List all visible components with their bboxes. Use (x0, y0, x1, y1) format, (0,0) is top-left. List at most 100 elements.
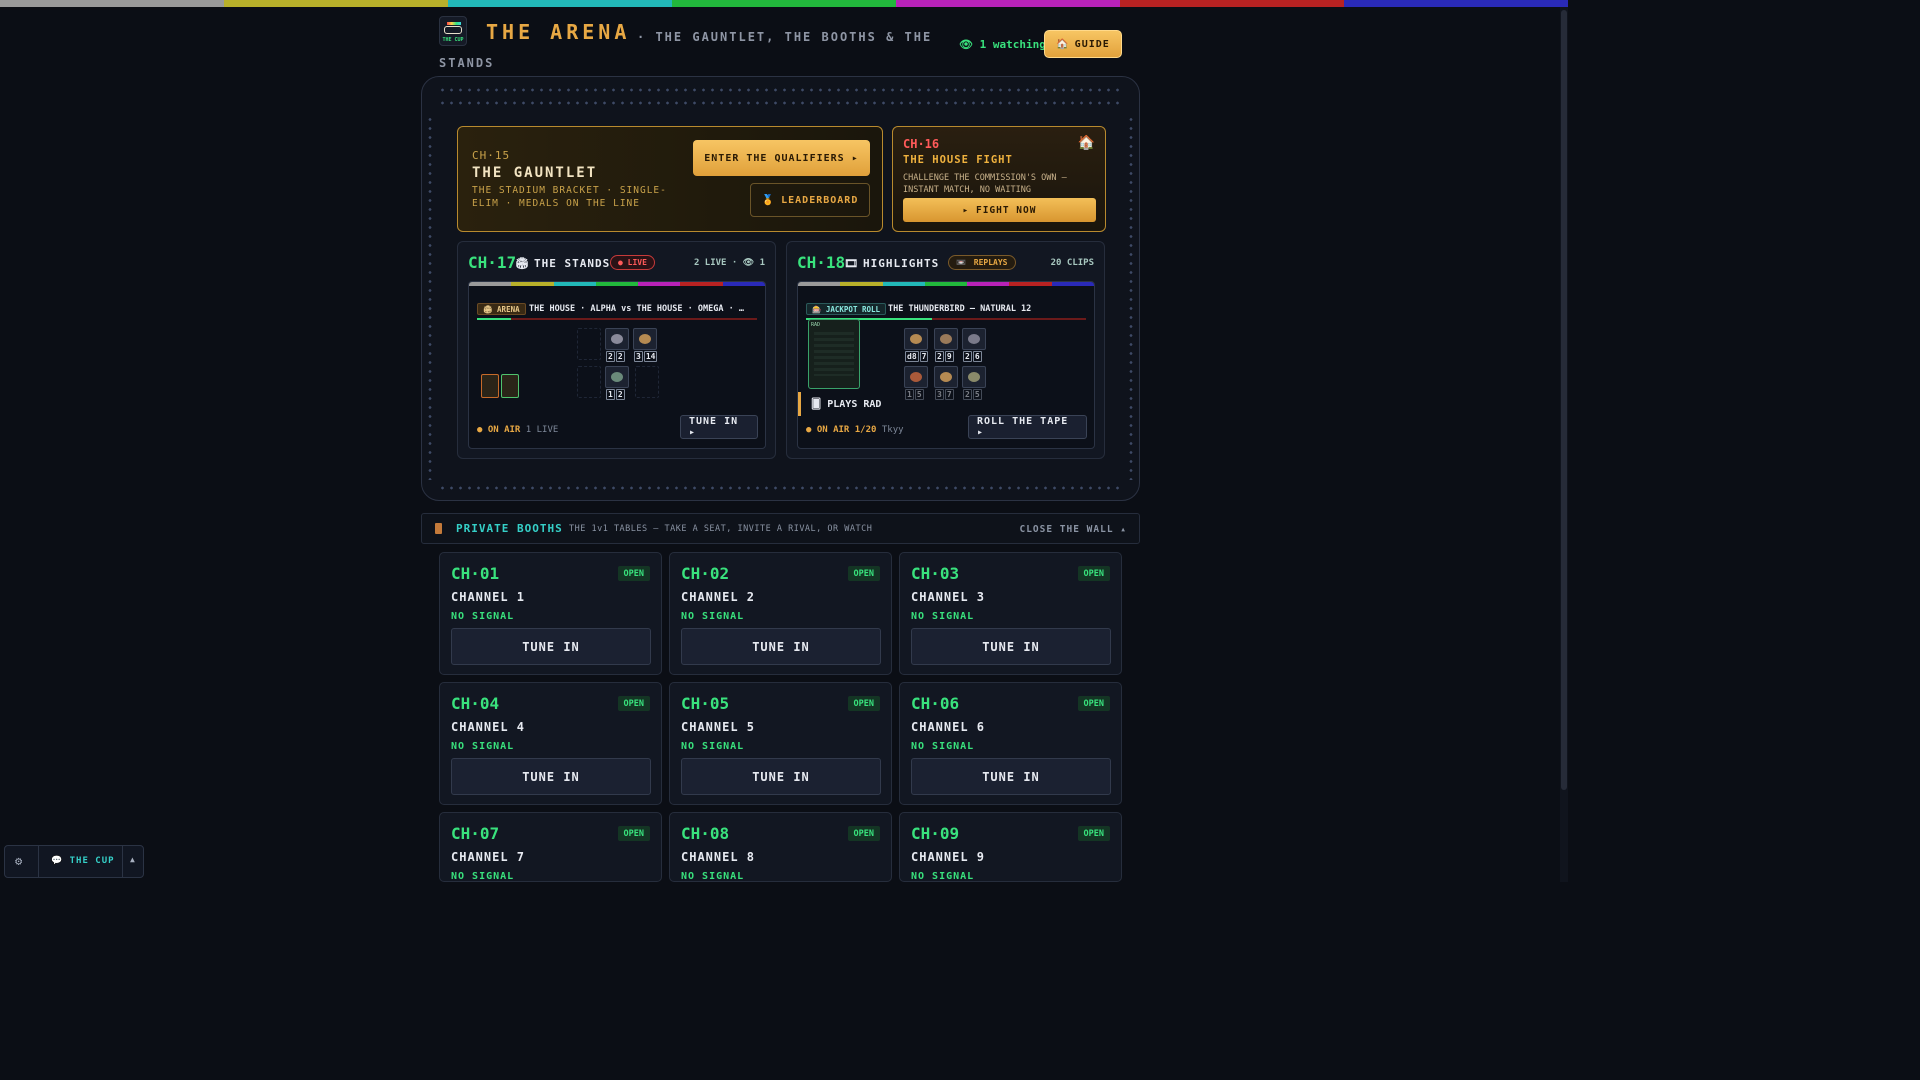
marquee-lights-left (428, 115, 432, 480)
unit-card[interactable] (962, 328, 986, 350)
watching-count: 👁 1 watching (959, 38, 1046, 51)
highlights-channel: CH·18 (797, 253, 846, 272)
highlights-screen[interactable]: 🎰 JACKPOT ROLL THE THUNDERBIRD — NATURAL… (797, 281, 1095, 449)
arena-frame: CH·15 THE GAUNTLET THE STADIUM BRACKET ·… (421, 76, 1140, 501)
roll-the-tape-button[interactable]: ROLL THE TAPE ▸ (968, 415, 1087, 439)
unit-stats: 37 (935, 389, 954, 400)
unit-card[interactable] (633, 328, 657, 350)
plays-caption: 🂠 PLAYS RAD (798, 392, 881, 416)
status-badge: OPEN (847, 566, 880, 581)
stands-title: THE STANDS (534, 257, 611, 270)
hand-card[interactable] (481, 374, 499, 398)
medal-icon: 🏅 (761, 194, 776, 206)
channel-card: CH·02 OPEN CHANNEL 2 NO SIGNAL TUNE IN (669, 552, 892, 675)
top-color-stripe (0, 0, 1568, 7)
channel-card: CH·05 OPEN CHANNEL 5 NO SIGNAL TUNE IN (669, 682, 892, 805)
chat-dock: ⚙ 💬 THE CUP ▲ (4, 845, 144, 878)
house-fight-channel: CH·16 (903, 137, 940, 151)
signal-status: NO SIGNAL (451, 741, 515, 752)
unit-card[interactable] (605, 328, 629, 350)
tune-in-button[interactable]: TUNE IN (681, 628, 881, 665)
private-booths-header: PRIVATE BOOTHS THE 1v1 TABLES — TAKE A S… (421, 513, 1140, 544)
house-fight-description: CHALLENGE THE COMMISSION'S OWN — INSTANT… (903, 173, 1067, 195)
house-icon: 🏠 (1056, 38, 1070, 50)
enter-qualifiers-button[interactable]: ENTER THE QUALIFIERS ▸ (693, 140, 870, 176)
stands-screen[interactable]: 🏟 ARENA THE HOUSE · ALPHA vs THE HOUSE ·… (468, 281, 766, 449)
page-header: THE CUP · THE GAUNTLET, THE BOOTHS & THE… (439, 16, 1139, 72)
page-title: THE ARENA (486, 20, 631, 44)
unit-card[interactable] (605, 366, 629, 388)
channel-name: CHANNEL 2 (681, 590, 756, 604)
tune-in-button[interactable]: TUNE IN (911, 758, 1111, 795)
clip-headline: THE THUNDERBIRD — NATURAL 12 (888, 304, 1032, 314)
channel-card: CH·03 OPEN CHANNEL 3 NO SIGNAL TUNE IN (899, 552, 1122, 675)
tune-in-button[interactable]: TUNE IN (451, 758, 651, 795)
unit-stats: 3 14 (634, 351, 658, 362)
rad-card[interactable]: RAD (808, 319, 860, 389)
status-badge: OPEN (1077, 826, 1110, 841)
chevron-up-icon[interactable]: ▲ (130, 855, 135, 864)
signal-status: NO SIGNAL (451, 871, 515, 882)
door-icon (435, 523, 442, 534)
unit-card[interactable] (934, 366, 958, 388)
channel-card: CH·04 OPEN CHANNEL 4 NO SIGNAL TUNE IN (439, 682, 662, 805)
gear-icon[interactable]: ⚙ (15, 854, 22, 868)
status-badge: OPEN (847, 826, 880, 841)
stands-panel: CH·17 🏟 THE STANDS ● LIVE 2 LIVE · 👁 1 🏟… (457, 241, 776, 459)
signal-status: NO SIGNAL (911, 611, 975, 622)
tune-in-button[interactable]: TUNE IN (911, 628, 1111, 665)
channel-name: CHANNEL 5 (681, 720, 756, 734)
match-progress (477, 318, 757, 320)
stands-channel: CH·17 (468, 253, 517, 272)
card-slot (577, 366, 601, 398)
gauntlet-title: THE GAUNTLET (472, 165, 598, 181)
fight-now-button[interactable]: ▸ FIGHT NOW (903, 198, 1096, 222)
status-badge: OPEN (1077, 696, 1110, 711)
channel-card: CH·06 OPEN CHANNEL 6 NO SIGNAL TUNE IN (899, 682, 1122, 805)
tune-in-button[interactable]: TUNE IN (681, 758, 881, 795)
channel-card: CH·07 OPEN CHANNEL 7 NO SIGNAL (439, 812, 662, 882)
tune-in-button[interactable]: TUNE IN ▸ (680, 415, 758, 439)
booths-description: THE 1v1 TABLES — TAKE A SEAT, INVITE A R… (569, 524, 873, 534)
close-the-wall-button[interactable]: CLOSE THE WALL ▴ (1019, 524, 1127, 535)
gauntlet-description: THE STADIUM BRACKET · SINGLE-ELIM · MEDA… (472, 185, 667, 209)
highlights-title: HIGHLIGHTS (863, 257, 940, 270)
tune-in-button[interactable]: TUNE IN (451, 628, 651, 665)
stands-meta: 2 LIVE · 👁 1 (693, 258, 765, 268)
marquee-lights-top (438, 88, 1123, 92)
film-icon: 🎞 (844, 257, 859, 270)
marquee-lights-bottom (438, 486, 1123, 490)
on-air-status: ● ON AIR 1 LIVE (477, 425, 559, 435)
scrollbar-thumb[interactable] (1561, 10, 1567, 790)
status-badge: OPEN (617, 696, 650, 711)
arena-tag: 🏟 ARENA (477, 303, 526, 315)
unit-card[interactable] (934, 328, 958, 350)
highlights-panel: CH·18 🎞 HIGHLIGHTS 📼 REPLAYS 20 CLIPS 🎰 … (786, 241, 1105, 459)
channel-card: CH·09 OPEN CHANNEL 9 NO SIGNAL (899, 812, 1122, 882)
on-air-status: ● ON AIR 1/20 Tkyy (806, 425, 904, 435)
stands-icon: 🏟 (515, 257, 530, 270)
card-slot (577, 328, 601, 360)
unit-card[interactable] (962, 366, 986, 388)
leaderboard-button[interactable]: 🏅 LEADERBOARD (750, 183, 870, 217)
channel-name: CHANNEL 8 (681, 850, 756, 864)
channel-name: CHANNEL 1 (451, 590, 526, 604)
unit-card[interactable] (904, 328, 928, 350)
booths-title: PRIVATE BOOTHS (456, 522, 563, 535)
status-badge: OPEN (847, 696, 880, 711)
signal-status: NO SIGNAL (911, 871, 975, 882)
channel-name: CHANNEL 4 (451, 720, 526, 734)
hand-card[interactable] (501, 374, 519, 398)
channel-name: CHANNEL 6 (911, 720, 986, 734)
unit-stats: 15 (905, 389, 924, 400)
unit-stats: 29 (935, 351, 954, 362)
the-cup-chat-button[interactable]: 💬 THE CUP (51, 856, 115, 866)
highlights-meta: 20 CLIPS (1050, 258, 1094, 268)
unit-card[interactable] (904, 366, 928, 388)
replays-badge: 📼 REPLAYS (948, 255, 1016, 270)
unit-stats: 26 (963, 351, 982, 362)
card-icon: 🂠 (811, 398, 822, 410)
guide-button[interactable]: 🏠 GUIDE (1044, 30, 1122, 58)
channel-name: CHANNEL 7 (451, 850, 526, 864)
gauntlet-channel: CH·15 (472, 149, 511, 162)
